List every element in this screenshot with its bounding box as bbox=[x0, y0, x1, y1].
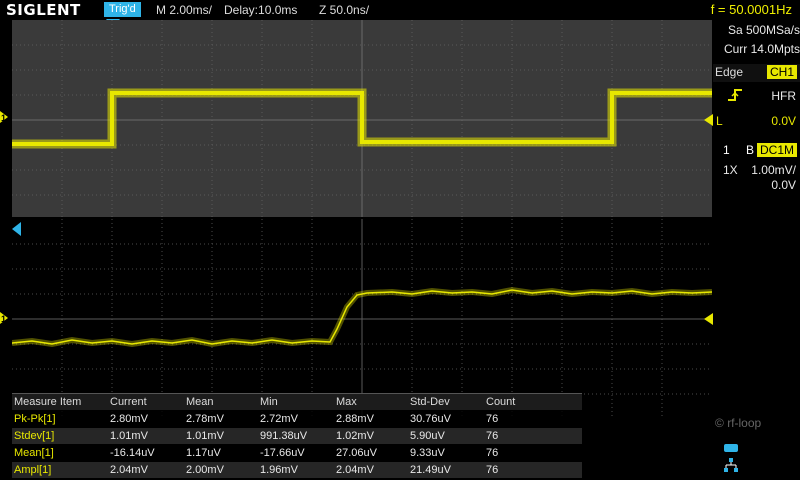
col-header-mean: Mean bbox=[186, 396, 214, 408]
probe-ratio: 1X bbox=[723, 163, 738, 177]
trigger-status-badge[interactable]: Trig'd bbox=[104, 2, 141, 17]
trigger-level-value: 0.0V bbox=[771, 114, 796, 128]
row-current: 1.01mV bbox=[110, 430, 148, 442]
row-item: Ampl[1] bbox=[14, 464, 52, 476]
bandwidth-limit-flag: B bbox=[746, 143, 755, 157]
row-stddev: 9.33uV bbox=[410, 447, 445, 459]
row-mean: 2.78mV bbox=[186, 413, 224, 425]
row-item: Mean[1] bbox=[14, 447, 54, 459]
timebase-readout[interactable]: M 2.00ms/ bbox=[156, 3, 212, 17]
watermark-label: rf-loop bbox=[727, 416, 762, 430]
channel-offset: 0.0V bbox=[771, 178, 796, 192]
table-row[interactable]: Stdev[1] 1.01mV 1.01mV 991.38uV 1.02mV 5… bbox=[12, 428, 582, 444]
trigger-coupling: HFR bbox=[771, 89, 796, 103]
ch1-marker-label: 1 bbox=[1, 113, 7, 123]
row-count: 76 bbox=[486, 464, 499, 476]
row-max: 27.06uV bbox=[336, 447, 377, 459]
trigger-source-badge: CH1 bbox=[766, 65, 797, 79]
col-header-current: Current bbox=[110, 396, 147, 408]
row-current: -16.14uV bbox=[110, 447, 155, 459]
channel-number: 1 bbox=[723, 143, 730, 157]
row-mean: 1.17uV bbox=[186, 447, 221, 459]
table-row[interactable]: Mean[1] -16.14uV 1.17uV -17.66uV 27.06uV… bbox=[12, 445, 582, 461]
row-item: Stdev[1] bbox=[14, 430, 55, 442]
row-current: 2.80mV bbox=[110, 413, 148, 425]
ch1-zoom-marker-label: 1 bbox=[1, 314, 7, 324]
row-mean: 2.00mV bbox=[186, 464, 224, 476]
trigger-level-marker[interactable] bbox=[704, 114, 713, 126]
main-waveform bbox=[12, 88, 712, 149]
col-header-min: Min bbox=[260, 396, 278, 408]
zoom-waveform bbox=[12, 286, 712, 348]
top-bar: SIGLENT Trig'd M 2.00ms/ Delay:10.0ms Z … bbox=[0, 0, 800, 20]
row-min: 991.38uV bbox=[260, 430, 308, 442]
row-count: 76 bbox=[486, 413, 499, 425]
row-min: -17.66uV bbox=[260, 447, 305, 459]
row-count: 76 bbox=[486, 430, 499, 442]
sample-rate: Sa 500MSa/s bbox=[727, 23, 800, 37]
table-row[interactable]: Ampl[1] 2.04mV 2.00mV 1.96mV 2.04mV 21.4… bbox=[12, 462, 582, 478]
row-max: 1.02mV bbox=[336, 430, 374, 442]
zoom-trigger-position-marker[interactable] bbox=[12, 222, 21, 236]
network-icon bbox=[724, 458, 738, 472]
row-current: 2.04mV bbox=[110, 464, 148, 476]
row-count: 76 bbox=[486, 447, 499, 459]
col-header-max: Max bbox=[336, 396, 357, 408]
rising-edge-icon bbox=[728, 89, 742, 101]
row-max: 2.04mV bbox=[336, 464, 374, 476]
frequency-counter: f = 50.0001Hz bbox=[710, 2, 792, 17]
zoom-trigger-level-marker[interactable] bbox=[704, 313, 713, 325]
info-panel: Sa 500MSa/s Curr 14.0Mpts Edge CH1 HFR L… bbox=[713, 20, 800, 480]
row-max: 2.88mV bbox=[336, 413, 374, 425]
watermark-text: © rf-loop bbox=[715, 416, 762, 430]
row-stddev: 5.90uV bbox=[410, 430, 445, 442]
col-header-stddev: Std-Dev bbox=[410, 396, 450, 408]
table-row[interactable]: Pk-Pk[1] 2.80mV 2.78mV 2.72mV 2.88mV 30.… bbox=[12, 411, 582, 427]
delay-readout[interactable]: Delay:10.0ms bbox=[224, 3, 297, 17]
trigger-type: Edge bbox=[715, 65, 744, 79]
row-min: 2.72mV bbox=[260, 413, 298, 425]
channel-panel[interactable]: 1 B DC1M bbox=[713, 143, 800, 159]
row-min: 1.96mV bbox=[260, 464, 298, 476]
vertical-scale: 1.00mV/ bbox=[751, 163, 796, 177]
row-mean: 1.01mV bbox=[186, 430, 224, 442]
trigger-level-label: L bbox=[716, 114, 723, 128]
zoom-timebase-readout[interactable]: Z 50.0ns/ bbox=[319, 3, 369, 17]
measure-header-row: Measure Item Current Mean Min Max Std-De… bbox=[12, 394, 582, 410]
col-header-item: Measure Item bbox=[14, 396, 82, 408]
brand-logo: SIGLENT bbox=[6, 1, 81, 19]
channel-coupling-badge: DC1M bbox=[756, 143, 797, 157]
memory-depth: Curr 14.0Mpts bbox=[723, 42, 800, 56]
row-item: Pk-Pk[1] bbox=[14, 413, 56, 425]
row-stddev: 30.76uV bbox=[410, 413, 451, 425]
col-header-count: Count bbox=[486, 396, 516, 408]
trigger-panel[interactable]: Edge CH1 bbox=[713, 64, 800, 82]
row-stddev: 21.49uV bbox=[410, 464, 451, 476]
measure-table: Measure Item Current Mean Min Max Std-De… bbox=[12, 393, 582, 478]
usb-icon bbox=[724, 444, 738, 452]
